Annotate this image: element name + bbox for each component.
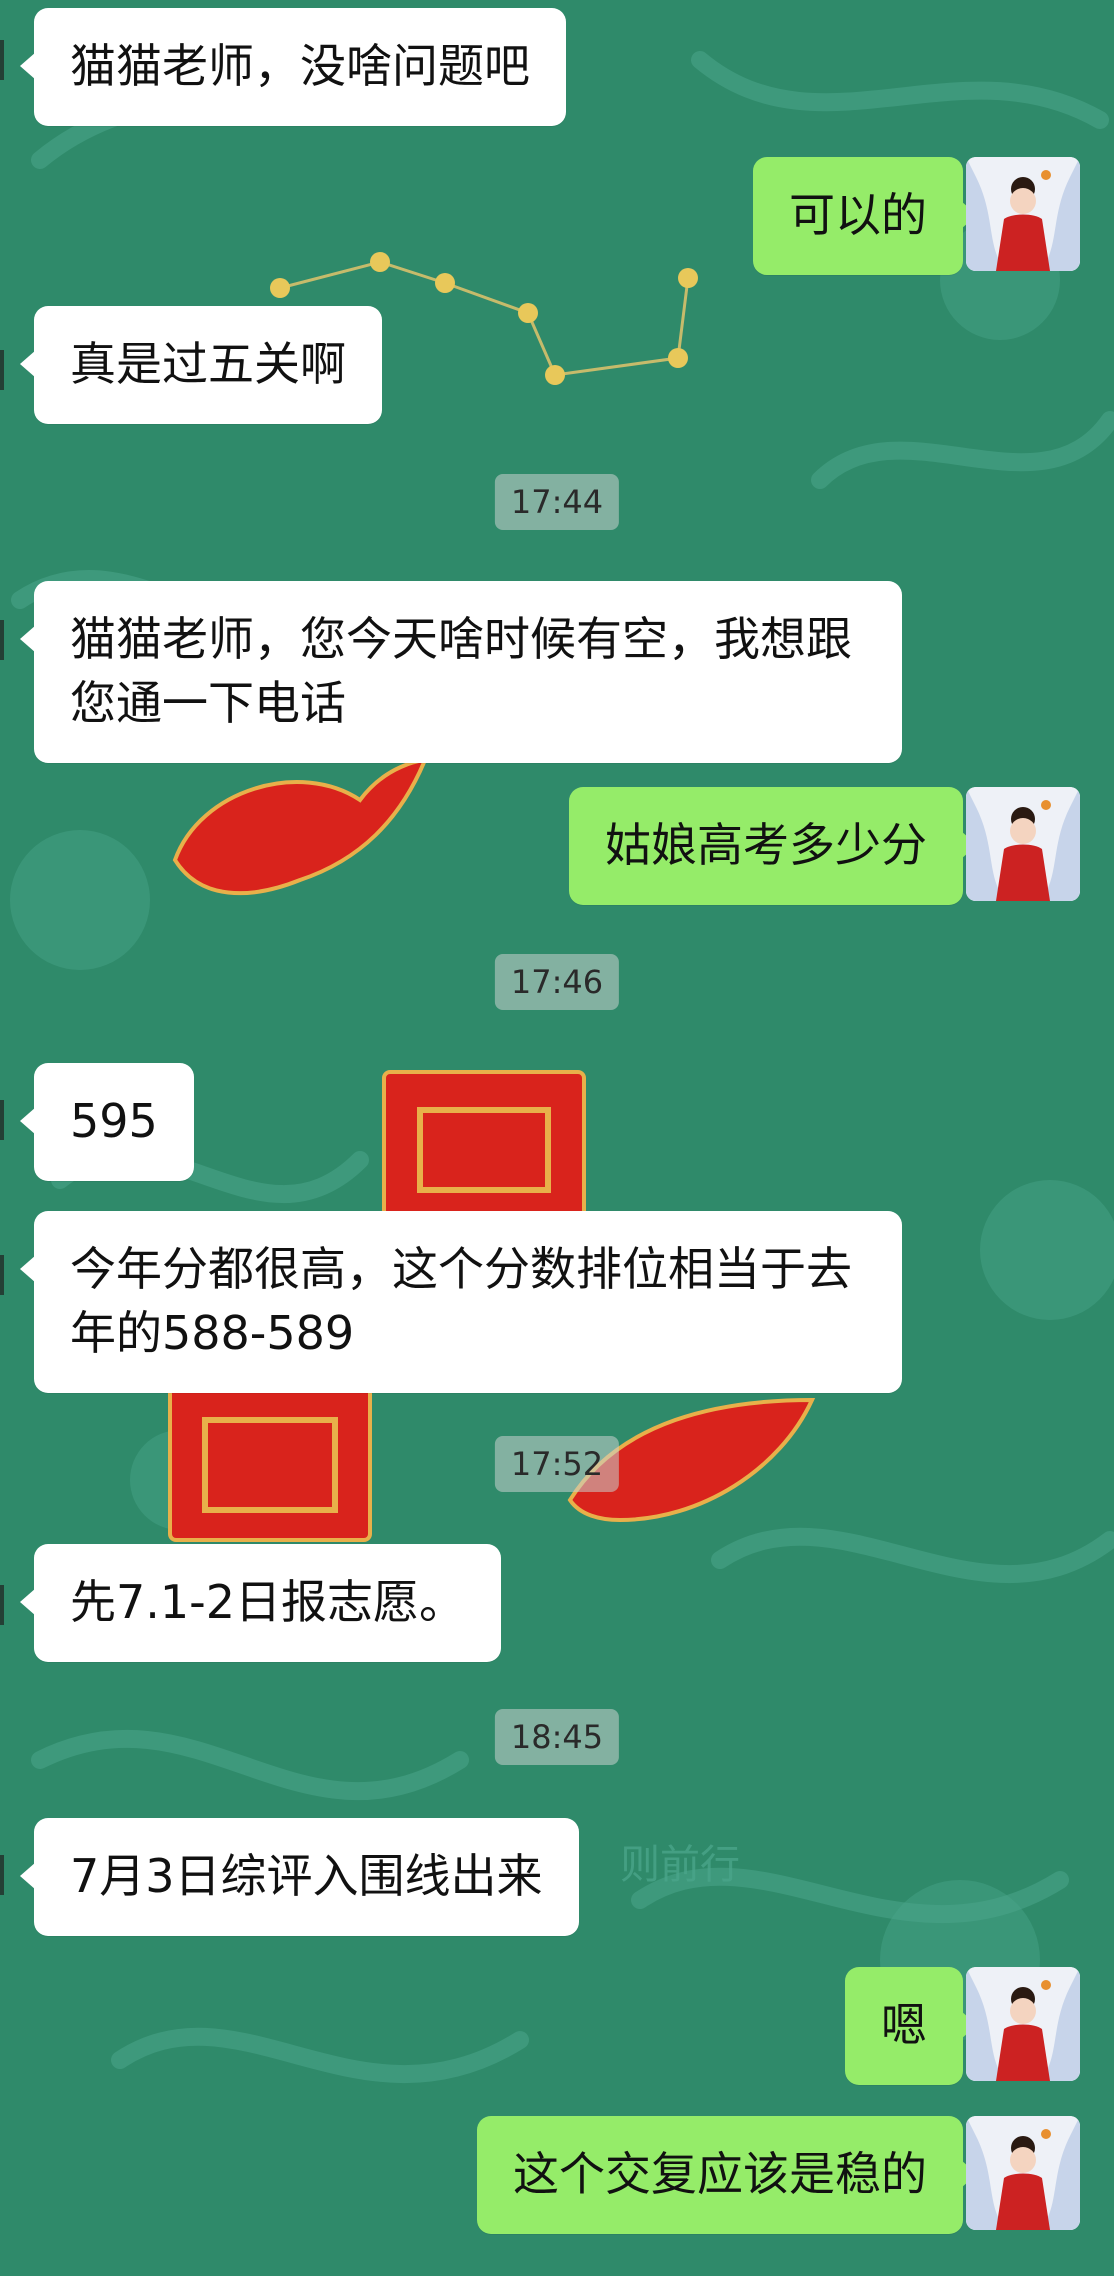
message-text[interactable]: 真是过五关啊 bbox=[20, 306, 382, 424]
message-text[interactable]: 今年分都很高，这个分数排位相当于去年的588-589 bbox=[20, 1211, 902, 1393]
message-text[interactable]: 595 bbox=[20, 1063, 194, 1181]
user-avatar[interactable] bbox=[966, 157, 1080, 271]
user-avatar[interactable] bbox=[966, 2116, 1080, 2230]
message-text[interactable]: 7月3日综评入围线出来 bbox=[20, 1818, 579, 1936]
message-text[interactable]: 这个交复应该是稳的 bbox=[477, 2116, 977, 2234]
timestamp: 17:46 bbox=[494, 954, 620, 1010]
svg-text:则前行: 则前行 bbox=[620, 1842, 740, 1888]
avatar-icon bbox=[966, 157, 1080, 271]
message-text[interactable]: 嗯 bbox=[845, 1967, 977, 2085]
message-outgoing[interactable]: 这个交复应该是稳的 bbox=[477, 2116, 977, 2234]
avatar-icon bbox=[966, 787, 1080, 901]
message-outgoing[interactable]: 姑娘高考多少分 bbox=[569, 787, 977, 905]
timestamp: 17:44 bbox=[494, 474, 620, 530]
message-outgoing[interactable]: 嗯 bbox=[845, 1967, 977, 2085]
message-text[interactable]: 猫猫老师，您今天啥时候有空，我想跟您通一下电话 bbox=[20, 581, 902, 763]
message-text[interactable]: 先7.1-2日报志愿。 bbox=[19, 1544, 502, 1662]
timestamp: 17:52 bbox=[494, 1436, 620, 1492]
message-incoming[interactable]: 猫猫老师，没啥问题吧 bbox=[20, 8, 566, 126]
avatar-icon bbox=[966, 2116, 1080, 2230]
message-text[interactable]: 姑娘高考多少分 bbox=[569, 787, 977, 905]
message-text[interactable]: 猫猫老师，没啥问题吧 bbox=[20, 8, 566, 126]
message-incoming[interactable]: 595 bbox=[20, 1063, 194, 1181]
message-incoming[interactable]: 今年分都很高，这个分数排位相当于去年的588-589 bbox=[20, 1211, 902, 1393]
message-outgoing[interactable]: 可以的 bbox=[753, 157, 977, 275]
message-incoming[interactable]: 猫猫老师，您今天啥时候有空，我想跟您通一下电话 bbox=[20, 581, 902, 763]
message-incoming[interactable]: 先7.1-2日报志愿。 bbox=[19, 1544, 502, 1662]
message-incoming[interactable]: 7月3日综评入围线出来 bbox=[20, 1818, 579, 1936]
message-incoming[interactable]: 真是过五关啊 bbox=[20, 306, 382, 424]
user-avatar[interactable] bbox=[966, 787, 1080, 901]
user-avatar[interactable] bbox=[966, 1967, 1080, 2081]
timestamp: 18:45 bbox=[494, 1709, 620, 1765]
avatar-icon bbox=[966, 1967, 1080, 2081]
message-text[interactable]: 可以的 bbox=[753, 157, 977, 275]
